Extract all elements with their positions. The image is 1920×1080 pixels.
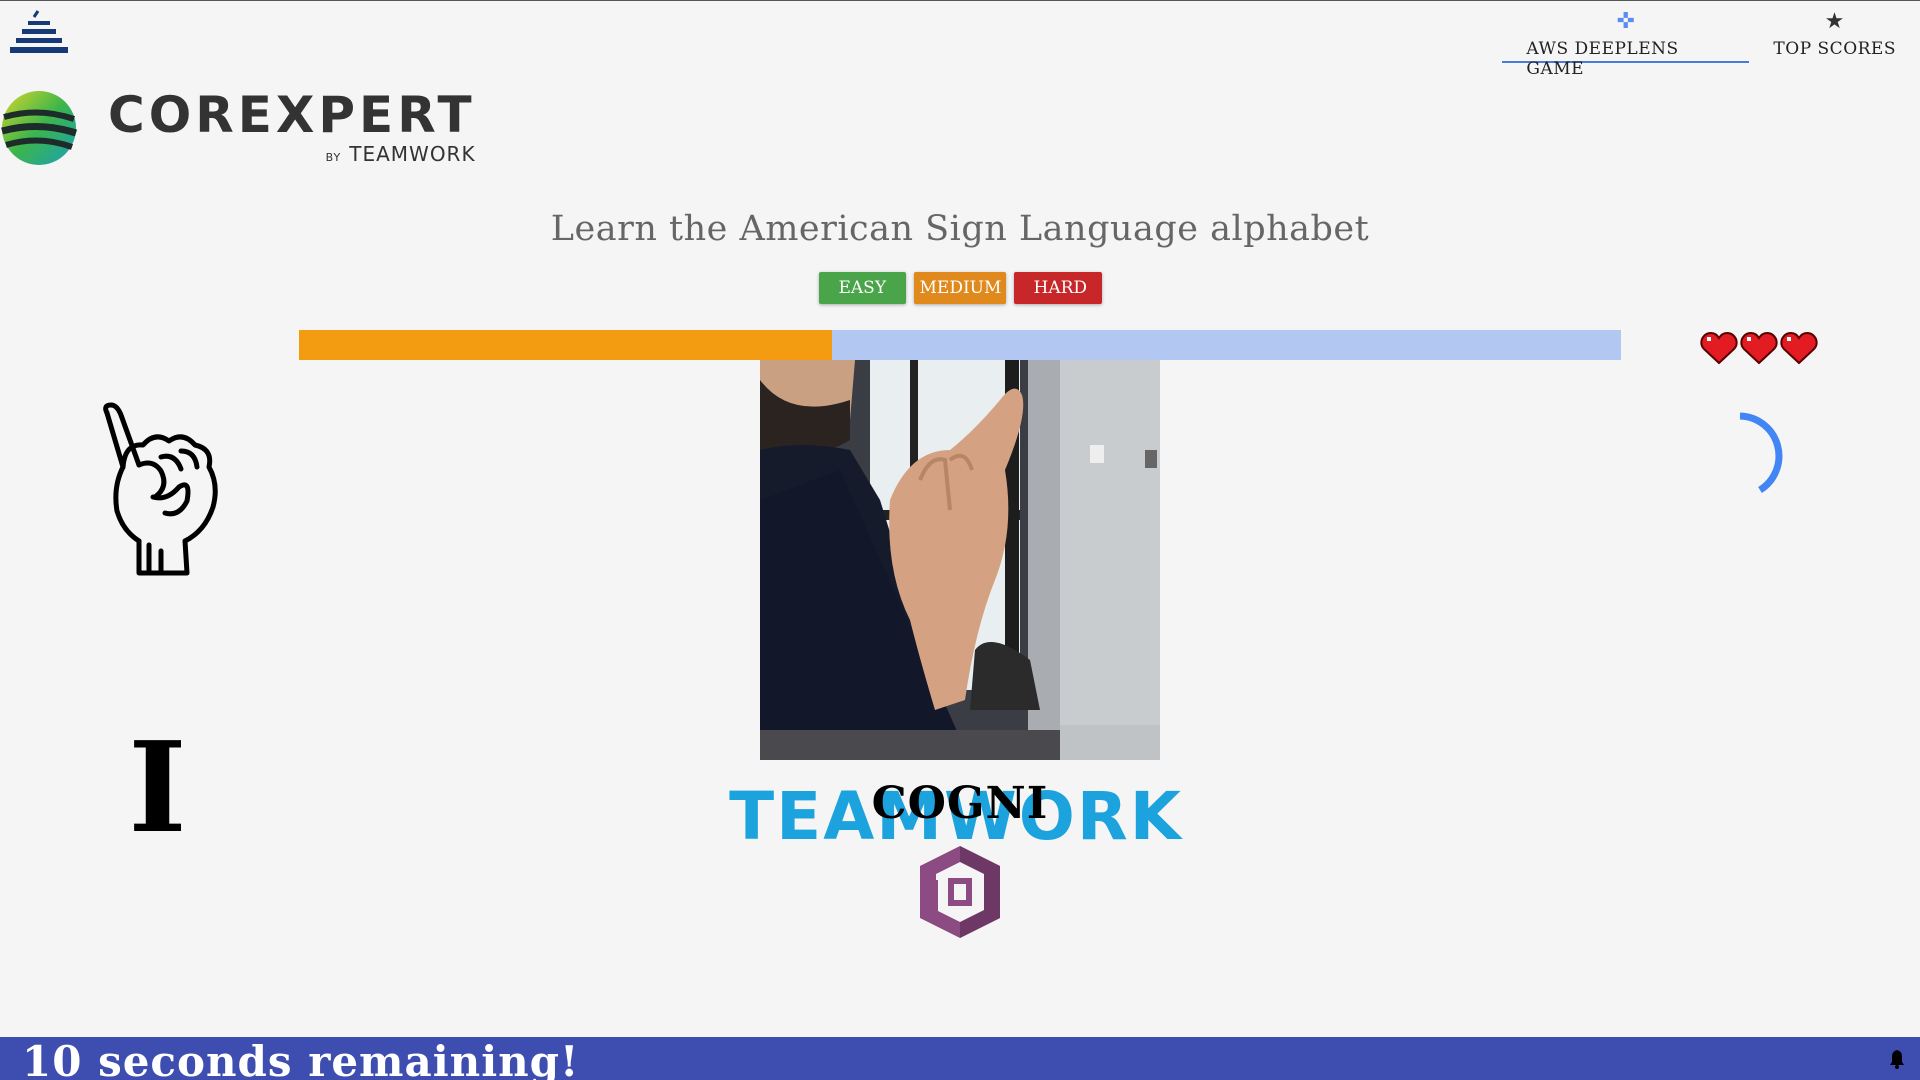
tab-aws-deeplens-game[interactable]: ✜ AWS DEEPLENS GAME: [1502, 1, 1750, 79]
corexpert-globe-icon: [1, 91, 78, 165]
time-progress-fill: [299, 330, 832, 360]
heart-icon: [1740, 331, 1778, 365]
camera-feed: [760, 360, 1160, 760]
page-title: Learn the American Sign Language alphabe…: [550, 209, 1370, 249]
loading-spinner-icon: [1739, 412, 1783, 493]
heart-icon: [1700, 331, 1738, 365]
top-nav: ✜ AWS DEEPLENS GAME ★ TOP SCORES: [1502, 1, 1920, 79]
lives-indicator: [1700, 331, 1818, 365]
star-icon: ★: [1824, 9, 1845, 34]
corexpert-by-brand: TEAMWORK: [349, 142, 476, 166]
time-progress-bar: [299, 330, 1621, 360]
corexpert-logo: COREXPERT BY TEAMWORK: [0, 89, 476, 167]
hard-button[interactable]: HARD: [1013, 272, 1102, 304]
difficulty-selector: EASY MEDIUM HARD: [0, 272, 1920, 304]
teamwork-logo: TEAMWORK: [4, 7, 1181, 850]
camera-video-frame: [760, 360, 1160, 760]
tab-top-scores[interactable]: ★ TOP SCORES: [1749, 1, 1920, 63]
status-bar: 10 seconds remaining!: [0, 1037, 1920, 1080]
heart-icon: [1780, 331, 1818, 365]
easy-button[interactable]: EASY: [818, 272, 906, 304]
gamepad-icon: ✜: [1616, 9, 1636, 34]
asl-hand-sign-icon: [103, 402, 218, 576]
game-page: TEAMWORK COREXPERT BY TEAMWORK ✜ AWS DEE…: [0, 0, 1920, 1080]
teamwork-pyramid-icon: [10, 10, 68, 53]
tab-top-scores-label: TOP SCORES: [1773, 39, 1896, 59]
aws-cognito-icon: [920, 846, 1000, 938]
current-word: COGNI: [871, 778, 1049, 829]
tab-aws-deeplens-game-label: AWS DEEPLENS GAME: [1526, 39, 1679, 79]
medium-button[interactable]: MEDIUM: [913, 272, 1006, 304]
countdown-message: 10 seconds remaining!: [22, 1037, 580, 1080]
corexpert-by-label: BY: [325, 151, 342, 164]
bell-icon[interactable]: [1888, 1049, 1906, 1069]
corexpert-logo-text: COREXPERT: [108, 86, 476, 144]
